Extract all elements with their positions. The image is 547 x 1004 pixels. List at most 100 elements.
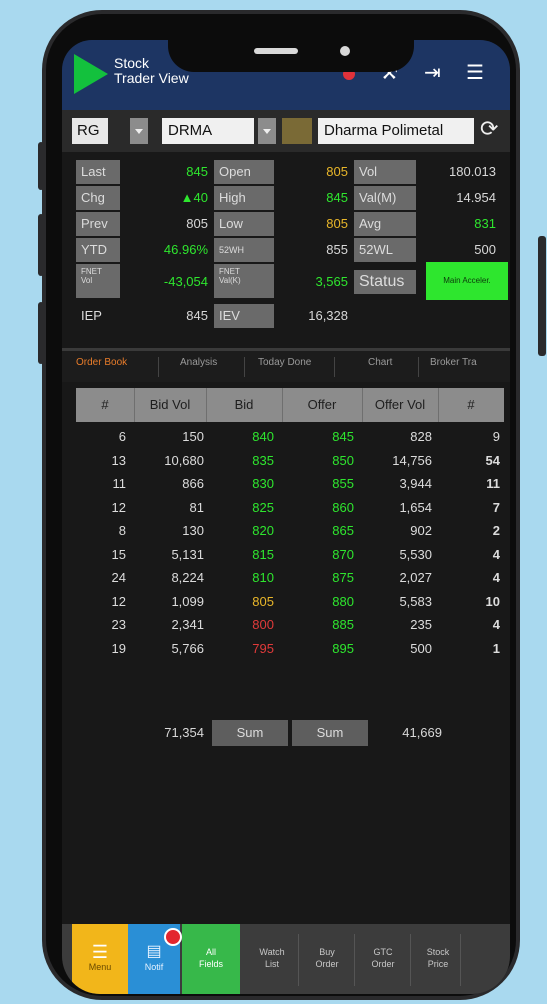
sum-bid-button[interactable]: Sum [212, 720, 288, 746]
stat-value-valm: 14.954 [456, 190, 496, 205]
stat-label-fnet-val: FNET Val(K) [214, 264, 274, 298]
header-bid-count: # [101, 397, 109, 412]
orderbook-row[interactable]: 12 81 825 860 1,654 7 [76, 496, 510, 520]
cell-bid-vol: 5,766 [171, 640, 204, 656]
cell-offer-vol: 5,583 [399, 593, 432, 609]
cell-bid-vol: 5,131 [171, 546, 204, 562]
nav-buy-order[interactable]: Buy Order [300, 924, 354, 994]
orderbook-row[interactable]: 23 2,341 800 885 235 4 [76, 613, 510, 637]
orderbook-row[interactable]: 15 5,131 815 870 5,530 4 [76, 543, 510, 567]
tab-order-book[interactable]: Order Book [76, 357, 127, 368]
stock-code-input[interactable]: DRMA [162, 118, 254, 144]
cell-offer-vol: 500 [410, 640, 432, 656]
nav-gtc-order[interactable]: GTC Order [356, 924, 410, 994]
cell-bid-price: 835 [252, 452, 274, 468]
total-offer-vol: 41,669 [402, 725, 442, 740]
stock-color-indicator[interactable] [282, 118, 312, 144]
tab-today-done[interactable]: Today Done [258, 357, 311, 368]
stock-selector-row: RG DRMA Dharma Polimetal ⟳ [62, 110, 510, 152]
cell-offer-price: 875 [332, 570, 354, 585]
status-badge: Main Acceler. [426, 262, 508, 300]
cell-bid-count: 6 [118, 429, 126, 444]
cell-offer-count: 4 [492, 617, 500, 632]
notification-badge [164, 928, 182, 946]
refresh-icon[interactable]: ⟳ [480, 116, 498, 142]
cell-bid-price: 805 [252, 593, 274, 609]
orderbook-row[interactable]: 8 130 820 865 902 2 [76, 519, 510, 543]
orderbook-row[interactable]: 24 8,224 810 875 2,027 4 [76, 566, 510, 590]
stat-value-iep: 845 [186, 308, 208, 323]
orderbook-header: # Bid Vol Bid Offer Offer Vol # [76, 388, 504, 422]
nav-all-fields[interactable]: All Fields [182, 924, 240, 994]
cell-offer-count: 4 [492, 546, 500, 562]
cell-offer-vol: 5,530 [399, 546, 432, 562]
nav-menu[interactable]: ☰ Menu [72, 924, 128, 994]
cell-offer-vol: 1,654 [399, 499, 432, 515]
tab-broker-trade[interactable]: Broker Tra [430, 357, 477, 368]
notch [168, 40, 414, 72]
cell-bid-vol: 130 [182, 523, 204, 538]
cell-bid-price: 795 [252, 640, 274, 656]
logout-icon[interactable]: ⇥ [424, 60, 441, 85]
board-dropdown-arrow-icon[interactable] [130, 118, 148, 144]
stat-value-52wh: 855 [326, 242, 348, 257]
board-select[interactable]: RG [72, 118, 108, 144]
cell-bid-count: 11 [112, 476, 127, 491]
cell-offer-price: 880 [332, 593, 354, 609]
cell-offer-price: 895 [332, 640, 354, 656]
stock-code-dropdown-arrow-icon[interactable] [258, 118, 276, 144]
cell-bid-vol: 8,224 [171, 570, 204, 585]
header-bid-vol: Bid Vol [149, 397, 191, 412]
stat-label-ytd: YTD [76, 238, 120, 262]
app-screen: Stock Trader View ⚒ ⇥ ☰ RG DRMA Dharma P… [62, 40, 510, 994]
cell-offer-price: 865 [332, 523, 354, 538]
tab-analysis[interactable]: Analysis [180, 357, 217, 368]
stat-label-avg: Avg [354, 212, 416, 236]
stat-value-iev: 16,328 [308, 308, 348, 323]
cell-bid-vol: 150 [182, 429, 204, 444]
cell-offer-count: 2 [492, 523, 500, 538]
stat-label-fnet-vol: FNET Vol [76, 264, 120, 298]
nav-watch-list[interactable]: Watch List [246, 924, 298, 994]
orderbook-row[interactable]: 11 866 830 855 3,944 11 [76, 472, 510, 496]
nav-stock-price[interactable]: Stock Price [412, 924, 464, 994]
cell-bid-count: 12 [111, 499, 126, 515]
cell-bid-count: 13 [111, 452, 126, 468]
stat-label-prev: Prev [76, 212, 120, 236]
cell-offer-price: 885 [332, 617, 354, 632]
cell-offer-price: 850 [332, 452, 354, 468]
cell-bid-price: 800 [252, 617, 274, 632]
menu-list-icon[interactable]: ☰ [466, 60, 484, 85]
orderbook-row[interactable]: 19 5,766 795 895 500 1 [76, 637, 510, 661]
stat-value-fnet-val: 3,565 [315, 274, 348, 289]
cell-bid-vol: 866 [182, 476, 204, 491]
orderbook-row[interactable]: 13 10,680 835 850 14,756 54 [76, 449, 510, 473]
stat-value-high: 845 [326, 190, 348, 205]
cell-bid-price: 825 [252, 499, 274, 515]
stat-value-vol: 180.013 [449, 164, 496, 179]
cell-offer-vol: 828 [410, 429, 432, 444]
cell-bid-vol: 81 [189, 499, 204, 515]
cell-offer-vol: 3,944 [399, 476, 432, 491]
app-logo-icon [74, 54, 108, 94]
cell-bid-price: 840 [252, 429, 274, 444]
cell-offer-count: 4 [492, 570, 500, 585]
hamburger-icon: ☰ [91, 942, 109, 962]
stat-label-last: Last [76, 160, 120, 184]
tab-chart[interactable]: Chart [368, 357, 392, 368]
nav-notifications[interactable]: ▤ Notif [128, 924, 182, 994]
cell-offer-price: 845 [332, 429, 354, 444]
cell-offer-count: 54 [485, 452, 500, 468]
cell-offer-count: 9 [492, 429, 500, 444]
sum-offer-button[interactable]: Sum [292, 720, 368, 746]
orderbook-row[interactable]: 12 1,099 805 880 5,583 10 [76, 590, 510, 614]
orderbook-row[interactable]: 6 150 840 845 828 9 [76, 425, 510, 449]
cell-offer-vol: 902 [410, 523, 432, 538]
cell-offer-vol: 235 [410, 617, 432, 632]
stat-label-iev: IEV [214, 304, 274, 328]
stat-value-fnet-vol: -43,054 [163, 274, 208, 289]
cell-offer-price: 870 [332, 546, 354, 562]
cell-offer-count: 1 [492, 640, 500, 656]
bottom-nav: ☰ Menu ▤ Notif All Fields Watch List Buy… [62, 924, 510, 994]
stat-value-ytd: 46.96% [163, 242, 208, 257]
